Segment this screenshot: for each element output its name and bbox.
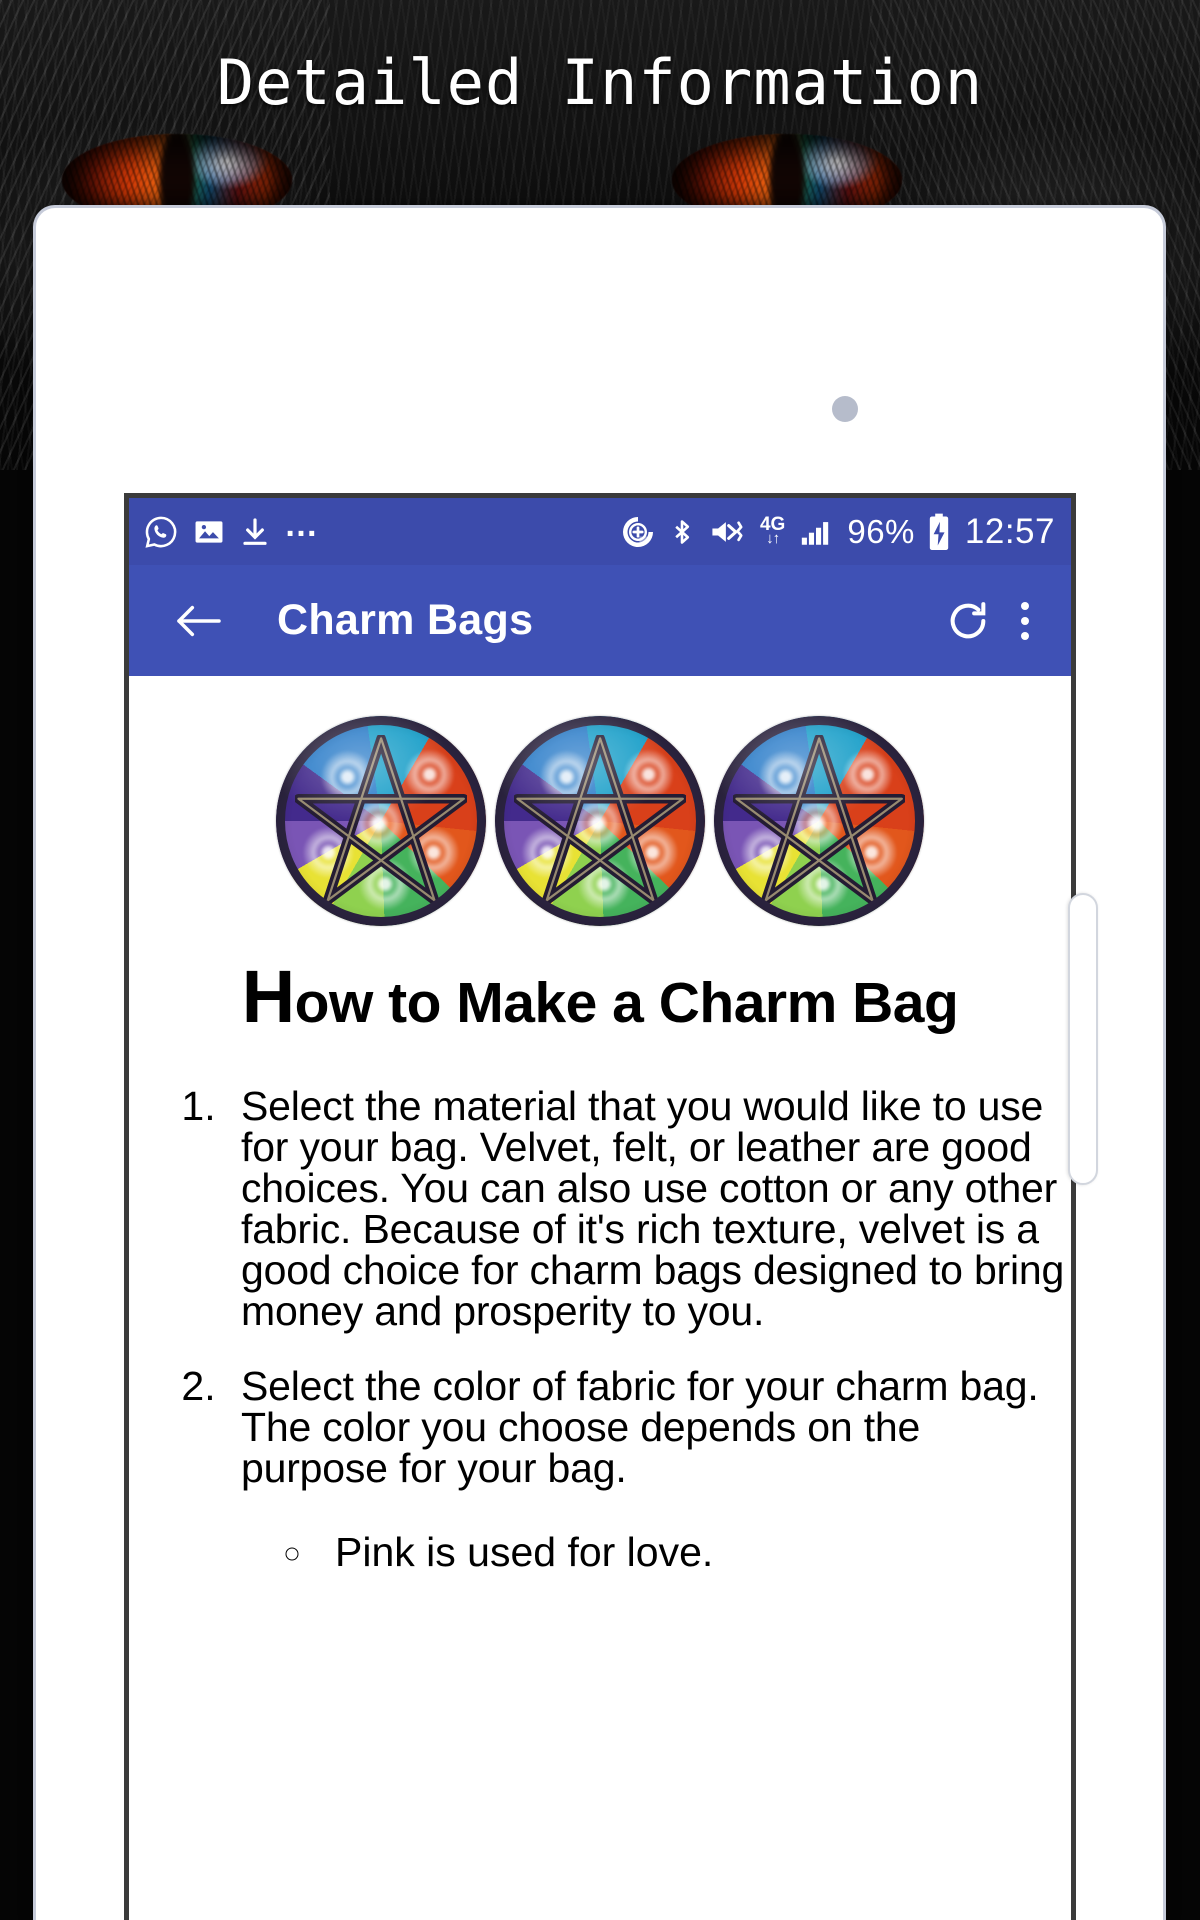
app-bar: Charm Bags	[129, 565, 1071, 676]
page-root: Detailed Information … 4G ↓↑ 96% 12:57 C…	[0, 0, 1200, 1920]
kebab-dot	[1021, 631, 1029, 640]
kebab-dot	[1021, 601, 1029, 610]
step-text: Select the color of fabric for your char…	[241, 1362, 1039, 1491]
pentacle-image-row	[129, 676, 1071, 936]
circle-dot-icon	[832, 396, 858, 422]
step-text: Select the material that you would like …	[241, 1082, 1065, 1334]
list-item: Select the material that you would like …	[227, 1082, 1071, 1334]
network-4g-icon: 4G ↓↑	[759, 514, 786, 548]
pentacle-gloss	[714, 716, 924, 926]
steps-list: Select the material that you would like …	[129, 1082, 1071, 1576]
refresh-icon[interactable]	[931, 598, 1005, 644]
article-heading-rest: ow to Make a Charm Bag	[294, 971, 959, 1035]
page-title: Detailed Information	[216, 46, 984, 119]
pentacle-image-1	[276, 716, 486, 926]
list-item: Pink is used for love.	[317, 1529, 1071, 1576]
pentacle-image-2	[495, 716, 705, 926]
back-arrow-icon[interactable]	[159, 601, 239, 641]
overflow-menu-icon[interactable]	[1005, 601, 1045, 640]
scroll-indicator[interactable]	[1068, 893, 1098, 1185]
article-body: How to Make a Charm Bag Select the mater…	[129, 936, 1071, 1576]
pentacle-gloss	[495, 716, 705, 926]
article-heading: How to Make a Charm Bag	[129, 960, 1071, 1035]
bluetooth-icon	[668, 514, 696, 550]
app-bar-title: Charm Bags	[277, 596, 534, 644]
pentacle-image-3	[714, 716, 924, 926]
android-status-bar: … 4G ↓↑ 96% 12:57	[129, 498, 1071, 565]
more-notifications-icon: …	[284, 505, 320, 544]
whatsapp-icon	[143, 514, 179, 550]
download-icon	[239, 515, 271, 549]
article-content: How to Make a Charm Bag Select the mater…	[129, 676, 1071, 1920]
pentacle-gloss	[276, 716, 486, 926]
sub-list: Pink is used for love.	[241, 1529, 1071, 1576]
add-account-icon	[620, 514, 656, 550]
status-bar-system-icons: 4G ↓↑ 96% 12:57	[620, 512, 1055, 552]
status-bar-clock: 12:57	[964, 511, 1055, 551]
mute-vibrate-icon	[708, 515, 748, 549]
battery-charging-icon	[927, 513, 951, 551]
battery-percent-label: 96%	[847, 512, 915, 550]
phone-screenshot: … 4G ↓↑ 96% 12:57 Charm Bags How to Make…	[124, 493, 1076, 1920]
article-heading-dropcap: H	[241, 955, 295, 1038]
image-icon	[192, 515, 226, 549]
sub-item-text: Pink is used for love.	[335, 1528, 714, 1575]
signal-bars-icon	[797, 515, 835, 549]
kebab-dot	[1021, 616, 1029, 625]
status-bar-notifications: …	[143, 505, 320, 550]
list-item: Select the color of fabric for your char…	[227, 1362, 1071, 1576]
